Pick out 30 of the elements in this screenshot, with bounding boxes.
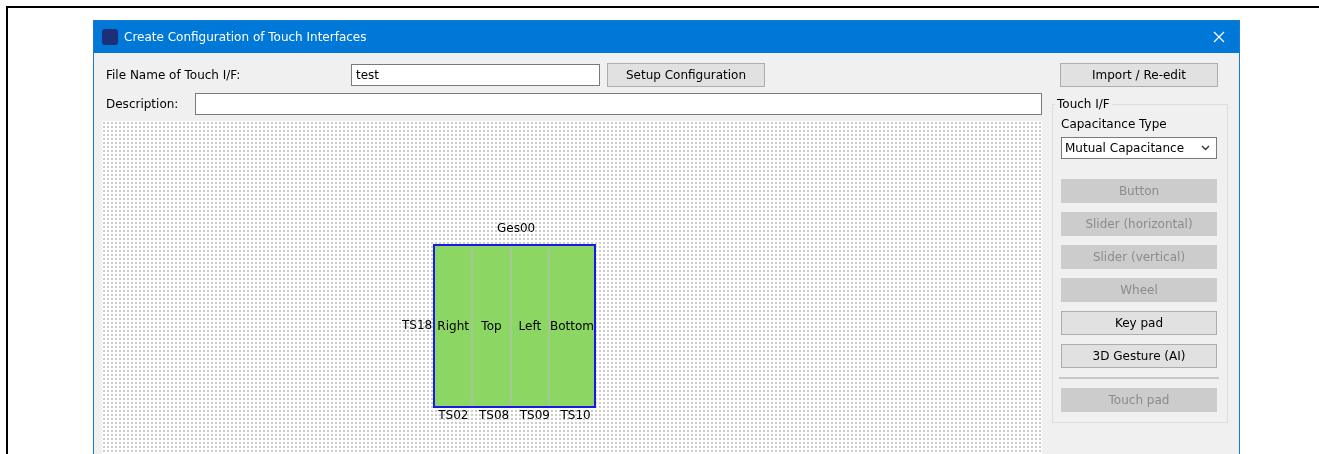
segment-label: Right xyxy=(437,319,469,333)
gesture-segment[interactable]: Left xyxy=(511,246,550,406)
segment-label: Top xyxy=(481,319,502,333)
palette-button[interactable]: 3D Gesture (AI) xyxy=(1061,344,1217,368)
gesture-segment[interactable]: Top xyxy=(473,246,512,406)
palette-button[interactable]: Key pad xyxy=(1061,311,1217,335)
chevron-down-icon xyxy=(1201,145,1210,151)
close-icon[interactable] xyxy=(1213,31,1225,43)
gesture-segment[interactable]: Bottom xyxy=(550,246,594,406)
sensor-label: TS18 xyxy=(402,318,433,332)
capacitance-type-label: Capacitance Type xyxy=(1061,117,1168,131)
file-name-label: File Name of Touch I/F: xyxy=(105,68,242,82)
app-logo-icon xyxy=(102,29,118,45)
gesture-segment[interactable]: Right xyxy=(435,246,474,406)
capacitance-type-dropdown[interactable]: Mutual Capacitance xyxy=(1061,137,1217,159)
description-label: Description: xyxy=(105,97,180,111)
gesture-name: Ges00 xyxy=(497,221,536,235)
sensor-label: TS02 xyxy=(437,408,470,422)
segment-label: Bottom xyxy=(550,319,594,333)
sensor-label: TS09 xyxy=(518,408,551,422)
window-title: Create Configuration of Touch Interfaces xyxy=(124,30,368,44)
sensor-label: TS08 xyxy=(478,408,511,422)
sensor-label: TS10 xyxy=(559,408,592,422)
description-field[interactable] xyxy=(195,93,1042,115)
import-button[interactable]: Import / Re-edit xyxy=(1060,63,1218,87)
gesture-block[interactable]: Right Top Left Bottom xyxy=(433,244,596,406)
setup-configuration-button[interactable]: Setup Configuration xyxy=(607,63,765,87)
file-name-field[interactable]: test xyxy=(351,64,600,86)
segment-label: Left xyxy=(518,319,542,333)
group-title: Touch I/F xyxy=(1056,97,1111,111)
